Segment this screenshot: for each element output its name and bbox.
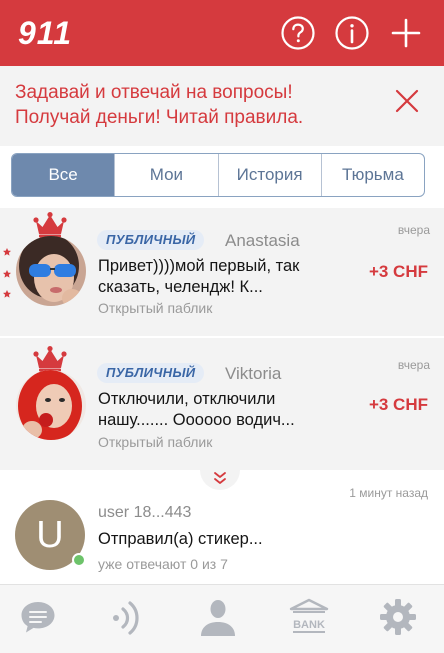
broadcast-icon [113,601,139,635]
tab-profile[interactable] [196,595,240,639]
message-line: Привет))))мой первый, так [98,257,300,275]
tab-all[interactable]: Все [12,154,115,196]
crown-icon [33,212,67,238]
bottom-tab-bar: BANK [0,584,444,653]
feed-tabs: Все Мои История Тюрьма [11,153,425,197]
info-button[interactable] [334,15,370,51]
close-icon [395,89,419,113]
avatar[interactable] [16,236,86,306]
bank-label: BANK [293,619,325,631]
author-name: user 18...443 [98,504,192,521]
chat-icon [21,602,55,633]
tab-chat[interactable] [16,595,60,639]
rules-banner[interactable]: Задавай и отвечай на вопросы! Получай де… [0,66,444,146]
help-icon [281,16,315,50]
message-preview: Привет))))мой первый, так сказать, челен… [98,256,330,298]
list-item[interactable]: ПУБЛИЧНЫЙ Anastasia вчера Привет))))мой … [0,208,444,336]
tab-settings[interactable] [376,595,420,639]
banner-line-1: Задавай и отвечай на вопросы! [15,82,293,103]
answer-status: уже отвечают 0 из 7 [98,556,228,572]
profile-icon [201,600,235,636]
bank-icon: BANK [289,598,329,633]
tab-bank[interactable]: BANK [287,595,331,639]
public-badge: ПУБЛИЧНЫЙ [97,363,205,383]
message-preview: Отключили, отключили нашу....... Оооооо … [98,389,330,431]
expand-button[interactable] [200,470,240,490]
tab-broadcast[interactable] [104,595,148,639]
message-preview: Отправил(а) стикер... [98,530,263,548]
list-item[interactable]: 1 минут назад U user 18...443 Отправил(а… [0,470,444,585]
timestamp: 1 минут назад [349,486,428,500]
reward-amount: +3 CHF [368,395,428,414]
author-name: Anastasia [225,231,300,250]
avatar-photo [16,236,86,306]
message-line: Отключили, отключили [98,390,276,408]
reward-amount: +3 CHF [368,262,428,281]
add-button[interactable] [388,15,424,51]
chevron-down-icon [214,472,226,484]
author-name: Viktoria [225,364,282,383]
help-button[interactable] [280,15,316,51]
message-line: нашу....... Оооооо водич... [98,411,295,429]
info-icon [335,16,369,50]
avatar-photo [16,370,86,440]
stars-icon [3,248,11,298]
timestamp: вчера [397,358,430,372]
public-badge: ПУБЛИЧНЫЙ [97,230,205,250]
app-header: 911 [0,0,444,66]
online-indicator [72,553,86,567]
channel-label: Открытый паблик [98,300,213,316]
banner-close-button[interactable] [392,86,422,116]
message-line: сказать, челендж! К... [98,278,263,296]
list-item[interactable]: ПУБЛИЧНЫЙ Viktoria вчера Отключили, откл… [0,338,444,470]
banner-text: Задавай и отвечай на вопросы! Получай де… [15,80,303,130]
banner-line-2: Получай деньги! Читай правила. [15,107,304,128]
tab-prison[interactable]: Тюрьма [320,154,424,196]
settings-icon [380,599,416,635]
avatar[interactable] [16,370,86,440]
channel-label: Открытый паблик [98,434,213,450]
crown-icon [33,346,67,372]
timestamp: вчера [397,223,430,237]
plus-icon [391,18,421,48]
tab-mine[interactable]: Мои [114,154,217,196]
app-title: 911 [18,15,73,51]
tab-history[interactable]: История [217,154,321,196]
